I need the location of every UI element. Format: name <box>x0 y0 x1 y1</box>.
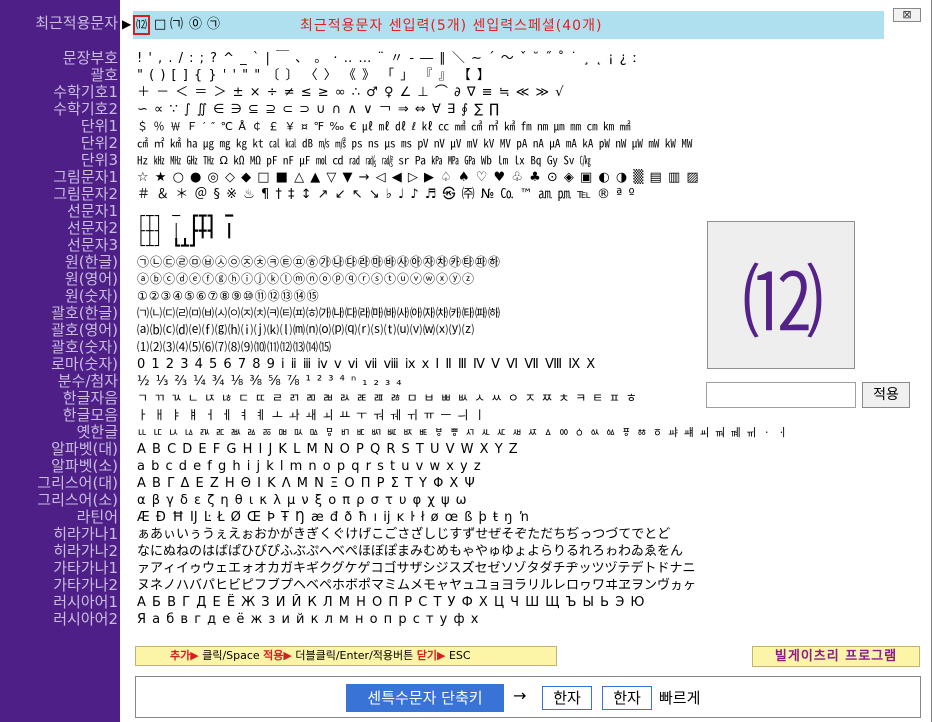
hint-close-key: 닫기▶ <box>416 649 446 662</box>
sidebar-item-unit2[interactable]: 단위2 <box>81 135 118 152</box>
char-row-math2[interactable]: ∽ ∝ ∵ ∫ ∬ ∈ ∋ ⊆ ⊇ ⊂ ⊃ ∪ ∩ ∧ ∨ ￢ ⇒ ⇔ ∀ ∃ … <box>137 101 702 118</box>
recent-char-selected[interactable]: ⑿ <box>133 15 150 35</box>
char-row-katakana1[interactable]: ァアィイゥウェエォオカガキギクグケゲコゴサザシジスズセゼソゾタダチヂッツヅテデト… <box>137 560 897 577</box>
hint-add-text: 클릭/Space <box>198 649 264 662</box>
sidebar-item-line2[interactable]: 선문자2 <box>67 220 118 237</box>
char-row-line3[interactable]: └┴┘ ┗┻┛ <box>137 238 702 255</box>
sidebar-item-katakana1[interactable]: 가타가나1 <box>53 560 118 577</box>
sidebar-item-paren-english[interactable]: 괄호(영어) <box>51 322 118 339</box>
sidebar-item-circle-english[interactable]: 원(영어) <box>65 271 118 288</box>
sidebar-item-paren-number[interactable]: 괄호(숫자) <box>51 339 118 356</box>
char-input[interactable] <box>706 382 856 408</box>
sidebar-item-math2[interactable]: 수학기호2 <box>53 101 118 118</box>
play-arrow-icon: ▶ <box>122 17 132 31</box>
right-arrow-icon: → <box>513 686 527 705</box>
char-row-punctuation1[interactable]: ! ' , . / : ; ? ^ _ ` | ￣ 、 。 · ‥ … ¨ 〃 … <box>137 50 702 67</box>
sidebar-item-latin[interactable]: 라틴어 <box>77 509 118 526</box>
sidebar-item-picture1[interactable]: 그림문자1 <box>53 169 118 186</box>
hint-apply-key: 적용▶ <box>263 649 292 662</box>
hint-add-key: 추가▶ <box>170 649 199 662</box>
sidebar-item-hiragana2[interactable]: 히라가나2 <box>53 543 118 560</box>
char-row-circle-number[interactable]: ①②③④⑤⑥⑦⑧⑨⑩⑪⑫⑬⑭⑮ <box>137 288 702 305</box>
sidebar-item-unit3[interactable]: 단위3 <box>81 152 118 169</box>
char-row-latin[interactable]: Æ Ð Ħ Ĳ Ŀ Ł Ø Œ Þ Ŧ Ŋ æ đ ð ħ ı ĳ ĸ ŀ ł … <box>137 509 702 526</box>
char-row-unit2[interactable]: ㎠ ㎡ ㎢ ㏊ ㎍ ㎎ ㎏ ㏏ ㎈ ㎉ ㏈ ㎧ ㎨ ㎰ ㎱ ㎲ ㎳ ㎴ ㎵ ㎶ … <box>137 135 702 152</box>
sidebar-item-alpha-lower[interactable]: 알파벳(소) <box>51 458 118 475</box>
char-row-unit3[interactable]: ㎐ ㎑ ㎒ ㎓ ㎔ Ω ㏀ ㏁ ㎊ ㎋ ㎌ ㏖ ㏅ ㎭ ㎮ ㎯ ㏛ ㎩ ㎪ ㎫ … <box>137 152 702 169</box>
apply-button[interactable]: 적용 <box>862 382 910 408</box>
sidebar-item-math1[interactable]: 수학기호1 <box>53 84 118 101</box>
sidebar-item-circle-korean[interactable]: 원(한글) <box>65 254 118 271</box>
sidebar-item-russian2[interactable]: 러시아어2 <box>53 611 118 628</box>
char-row-jaeum[interactable]: ㄱ ㄲ ㄳ ㄴ ㄵ ㄶ ㄷ ㄸ ㄹ ㄺ ㄻ ㄼ ㄽ ㄾ ㄿ ㅀ ㅁ ㅂ ㅃ ㅄ … <box>137 390 702 407</box>
sidebar-item-greek-upper[interactable]: 그리스어(대) <box>37 475 118 492</box>
sidebar-item-greek-lower[interactable]: 그리스어(소) <box>37 492 118 509</box>
char-row-circle-korean[interactable]: ㉠㉡㉢㉣㉤㉥㉦㉧㉨㉩㉪㉫㉬㉭㉮㉯㉰㉱㉲㉳㉴㉵㉶㉷㉸㉹㉺㉻ <box>137 254 702 271</box>
char-row-math1[interactable]: ＋ － ＜ ＝ ＞ ± × ÷ ≠ ≤ ≥ ∞ ∴ ♂ ♀ ∠ ⊥ ⌒ ∂ ∇ … <box>137 84 702 101</box>
sidebar-item-old-hangul[interactable]: 옛한글 <box>77 424 118 441</box>
sidebar-item-katakana2[interactable]: 가타가나2 <box>53 577 118 594</box>
char-row-katakana2[interactable]: ヌネノハバパヒビピフブプヘベペホボポマミムメモャヤュユョヨラリルレロヮワヰヱヲン… <box>137 577 897 594</box>
char-row-alpha-upper[interactable]: A B C D E F G H I J K L M N O P Q R S T … <box>137 441 702 458</box>
char-row-greek-lower[interactable]: α β γ δ ε ζ η θ ι κ λ μ ν ξ ο π ρ σ τ υ … <box>137 492 702 509</box>
char-row-hiragana2[interactable]: なにぬねのはばぱひびぴふぶぷへべぺほぼぽまみむめもゃやゅゆょよらりるれろゎわゐゑ… <box>137 543 897 560</box>
sidebar-item-fraction[interactable]: 분수/첨자 <box>58 373 118 390</box>
char-row-paren-korean[interactable]: ㈀㈁㈂㈃㈄㈅㈆㈇㈈㈉㈊㈋㈌㈍㈎㈏㈐㈑㈒㈓㈔㈕㈖㈗㈘㈙㈚㈛ <box>137 305 702 322</box>
recent-char[interactable]: ㈀ <box>170 15 183 35</box>
sidebar-item-line3[interactable]: 선문자3 <box>67 237 118 254</box>
sidebar-item-jaeum[interactable]: 한글자음 <box>63 390 118 407</box>
hanja-key: 한자 <box>602 686 652 710</box>
char-row-paren-english[interactable]: ⒜⒝⒞⒟⒠⒡⒢⒣⒤⒥⒦⒧⒨⒩⒪⒫⒬⒭⒮⒯⒰⒱⒲⒳⒴⒵ <box>137 322 702 339</box>
sidebar-item-punctuation[interactable]: 문장부호 <box>63 50 118 67</box>
char-row-paren-number[interactable]: ⑴⑵⑶⑷⑸⑹⑺⑻⑼⑽⑾⑿⒀⒁⒂ <box>137 339 702 356</box>
usage-hint: 추가▶ 클릭/Space 적용▶ 더블클릭/Enter/적용버튼 닫기▶ ESC <box>135 646 557 666</box>
char-preview: ⑿ <box>707 221 855 369</box>
sidebar-item-russian1[interactable]: 러시아어1 <box>53 594 118 611</box>
category-sidebar: 최근적용문자 문장부호 괄호 수학기호1 수학기호2 단위1 단위2 단위3 그… <box>0 0 120 722</box>
hanja-key: 한자 <box>542 686 592 710</box>
char-row-roman[interactable]: 0 1 2 3 4 5 6 7 8 9 ⅰ ⅱ ⅲ ⅳ ⅴ ⅵ ⅶ ⅷ ⅸ ⅹ … <box>137 356 702 373</box>
recent-char[interactable]: □ <box>154 15 166 35</box>
sidebar-item-circle-number[interactable]: 원(숫자) <box>65 288 118 305</box>
sidebar-item-roman[interactable]: 로마(숫자) <box>51 356 118 373</box>
recent-char[interactable]: ㉠ <box>207 15 220 35</box>
char-row-fraction[interactable]: ½ ⅓ ⅔ ¼ ¾ ⅛ ⅜ ⅝ ⅞ ¹ ² ³ ⁴ ⁿ ₁ ₂ ₃ ₄ <box>137 373 702 390</box>
char-row-old-hangul[interactable]: ㅥ ㅦ ㅧ ㅨ ㅩ ㅪ ㅫ ㅬ ㅭ ㅮ ㅯ ㅰ ㅱ ㅲ ㅳ ㅴ ㅵ ㅶ ㅷ ㅸ … <box>137 424 897 441</box>
char-row-moeum[interactable]: ㅏ ㅐ ㅑ ㅒ ㅓ ㅔ ㅕ ㅖ ㅗ ㅘ ㅙ ㅚ ㅛ ㅜ ㅝ ㅞ ㅟ ㅠ ㅡ ㅢ … <box>137 407 702 424</box>
char-row-brackets[interactable]: " ( ) [ ] { } ' ' " " 〔 〕 〈 〉 《 》 「 」 『 … <box>137 67 702 84</box>
char-row-hiragana1[interactable]: ぁあぃいぅうぇえぉおかがきぎくぐけげこごさざしじすずせぜそぞただちぢっつづてでと… <box>137 526 897 543</box>
char-row-unit1[interactable]: ＄ ％ ￦ Ｆ ′ ″ ℃ Å ￠ ￡ ￥ ¤ ℉ ‰ € ㎕ ㎖ ㎗ ℓ ㎘ … <box>137 118 702 135</box>
program-link[interactable]: 빌게이츠리 프로그램 <box>752 646 920 667</box>
char-row-russian1[interactable]: А Б В Г Д Е Ё Ж З И Й К Л М Н О П Р С Т … <box>137 594 702 611</box>
sidebar-item-recent[interactable]: 최근적용문자 <box>35 15 118 32</box>
header-title: 최근적용문자 센입력(5개) 센입력스페셜(40개) <box>300 18 603 34</box>
sidebar-item-alpha-upper[interactable]: 알파벳(대) <box>51 441 118 458</box>
char-row-alpha-lower[interactable]: a b c d e f g h i j k l m n o p q r s t … <box>137 458 702 475</box>
close-button[interactable]: ⊠ <box>893 8 921 22</box>
char-row-picture2[interactable]: ＃ ＆ ＊ ＠ § ※ ♨ ¶ † ‡ ↕ ↗ ↙ ↖ ↘ ♭ ♩ ♪ ♬ ㉿ … <box>137 186 702 203</box>
sidebar-item-hiragana1[interactable]: 히라가나1 <box>53 526 118 543</box>
sidebar-item-picture2[interactable]: 그림문자2 <box>53 186 118 203</box>
sidebar-item-moeum[interactable]: 한글모음 <box>63 407 118 424</box>
sidebar-item-paren-korean[interactable]: 괄호(한글) <box>51 305 118 322</box>
sidebar-item-line1[interactable]: 선문자1 <box>67 203 118 220</box>
char-row-picture1[interactable]: ☆ ★ ○ ● ◎ ◇ ◆ □ ■ △ ▲ ▽ ▼ → ◁ ◀ ▷ ▶ ♤ ♠ … <box>137 169 702 186</box>
sidebar-item-unit1[interactable]: 단위1 <box>81 118 118 135</box>
shortcut-panel: 센특수문자 단축키 → 한자 한자 빠르게 <box>135 676 921 718</box>
preview-char: ⑿ <box>741 255 824 351</box>
fast-label: 빠르게 <box>659 689 701 707</box>
shortcut-button[interactable]: 센특수문자 단축키 <box>346 684 504 712</box>
recent-char[interactable]: ⓪ <box>189 15 202 35</box>
sidebar-item-brackets[interactable]: 괄호 <box>90 67 118 84</box>
char-row-greek-upper[interactable]: Α Β Γ Δ Ε Ζ Η Θ Ι Κ Λ Μ Ν Ξ Ο Π Ρ Σ Τ Υ … <box>137 475 702 492</box>
char-row-russian2[interactable]: Я а б в г д е ё ж з и й к л м н о п р с … <box>137 611 702 628</box>
char-row-circle-english[interactable]: ⓐⓑⓒⓓⓔⓕⓖⓗⓘⓙⓚⓛⓜⓝⓞⓟⓠⓡⓢⓣⓤⓥⓦⓧⓨⓩ <box>137 271 702 288</box>
recent-bar: ▶ ⑿ □ ㈀ ⓪ ㉠ 최근적용문자 센입력(5개) 센입력스페셜(40개) <box>122 11 884 39</box>
hint-close-text: ESC <box>445 649 471 662</box>
hint-apply-text: 더블클릭/Enter/적용버튼 <box>291 649 417 662</box>
